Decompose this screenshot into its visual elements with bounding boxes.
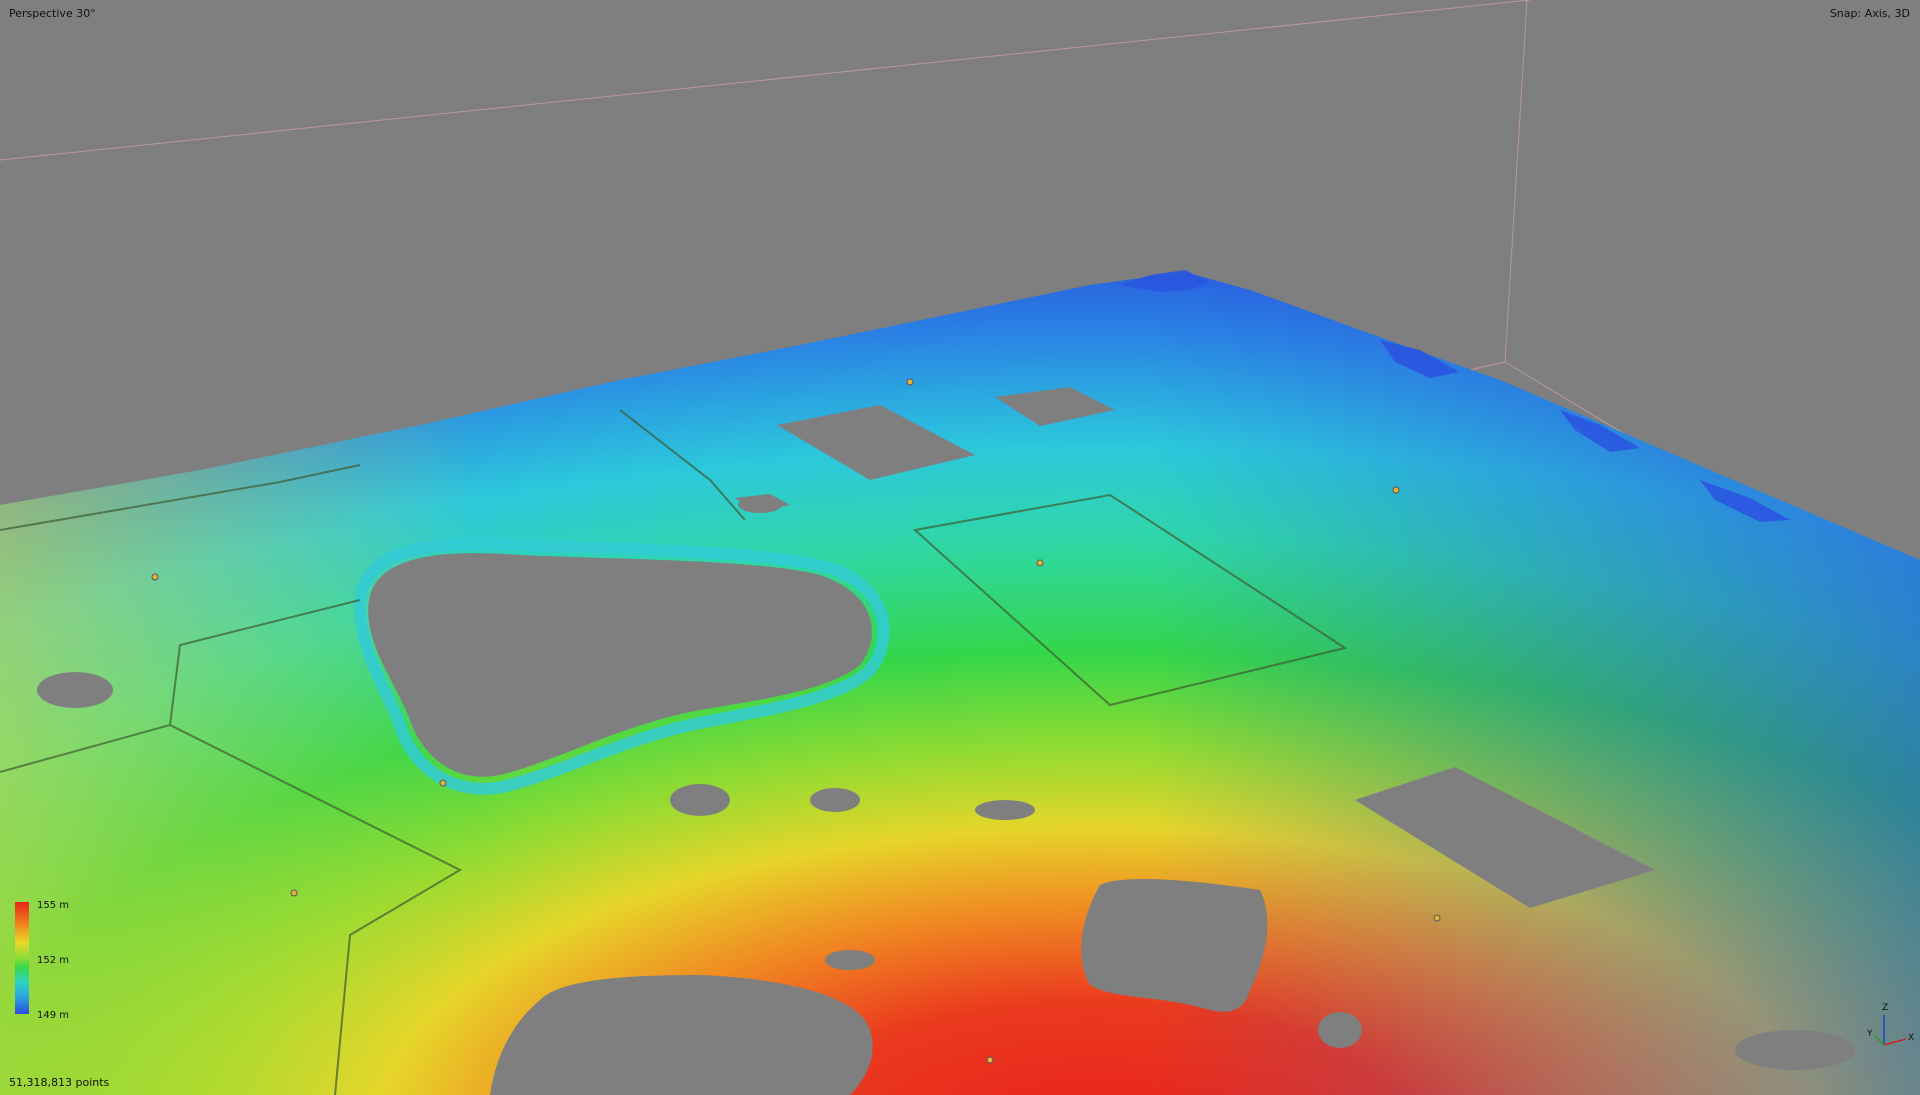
legend-max-label: 155 m xyxy=(37,900,70,911)
terrain-surface xyxy=(0,272,1920,1095)
point-count-label: 51,318,813 points xyxy=(9,1076,110,1089)
view-mode-label: Perspective 30° xyxy=(9,7,96,20)
legend-mid-label: 152 m xyxy=(37,955,70,966)
elevation-legend: 155 m 152 m 149 m xyxy=(15,900,95,1021)
snap-mode-label: Snap: Axis, 3D xyxy=(1829,7,1910,20)
axis-gizmo[interactable]: Z Y X xyxy=(1854,995,1914,1055)
axis-x-label: X xyxy=(1908,1033,1915,1043)
axis-y-label: Y xyxy=(1867,1029,1873,1039)
legend-min-label: 149 m xyxy=(37,1010,70,1021)
point-cloud-scene[interactable] xyxy=(0,0,1920,1095)
axis-z-label: Z xyxy=(1882,1003,1889,1013)
color-scale-bar xyxy=(15,902,29,1014)
3d-viewport[interactable]: Perspective 30° Snap: Axis, 3D 51,318,81… xyxy=(0,0,1920,1095)
